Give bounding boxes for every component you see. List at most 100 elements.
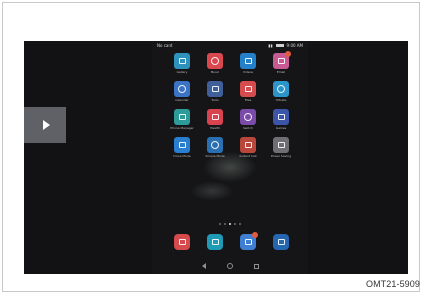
app-label: Simple Mode — [205, 154, 225, 158]
app-grid: Gallery Music Videos Email Calendar Tools File… — [166, 51, 297, 158]
icon-glyph — [178, 58, 186, 64]
hisuite-icon — [273, 81, 289, 97]
app-label: Videos — [243, 70, 253, 74]
power-saving-icon — [273, 137, 289, 153]
icon-glyph — [244, 239, 252, 245]
icon-glyph — [178, 114, 186, 120]
icon-glyph — [244, 86, 252, 92]
dock-messaging[interactable] — [232, 232, 264, 250]
play-arrow-icon — [42, 120, 50, 130]
phone-icon — [207, 234, 223, 250]
app-health[interactable]: Health — [199, 109, 231, 130]
icon-glyph — [277, 58, 285, 64]
navigation-bar — [152, 260, 308, 272]
app-label: Phone Manager — [170, 126, 194, 130]
app-phone-manager[interactable]: Phone Manager — [166, 109, 198, 130]
app-drive-mode[interactable]: Drive Mode — [166, 137, 198, 158]
phone-manager-icon — [174, 109, 190, 125]
icon-glyph — [211, 141, 219, 149]
status-icons: ▮▮ 9:00 AM — [268, 43, 303, 48]
icon-glyph — [277, 142, 285, 148]
dock-phone[interactable] — [199, 234, 231, 250]
icon-glyph — [244, 113, 252, 121]
carrier-text: No card — [157, 43, 173, 48]
switch-icon — [240, 109, 256, 125]
app-label: Switch — [243, 126, 253, 130]
dock-contacts[interactable] — [166, 234, 198, 250]
icon-glyph — [211, 57, 219, 65]
clock-text: 9:00 AM — [286, 43, 303, 48]
figure-code: OMT21-5909 — [365, 279, 420, 289]
app-label: Health — [210, 126, 220, 130]
app-music[interactable]: Music — [199, 53, 231, 74]
app-videos[interactable]: Videos — [232, 53, 264, 74]
music-icon — [207, 53, 223, 69]
side-panel-toggle[interactable] — [24, 107, 66, 143]
recent-apps-icon[interactable] — [253, 263, 259, 269]
app-label: Instant Call — [239, 154, 257, 158]
icon-glyph — [178, 85, 186, 93]
app-label: Power Saving — [270, 154, 292, 158]
icon-glyph — [277, 114, 285, 120]
home-icon[interactable] — [226, 263, 233, 269]
app-calendar[interactable]: Calendar — [166, 81, 198, 102]
icon-glyph — [244, 142, 252, 148]
page-indicator — [152, 223, 308, 225]
games-icon — [273, 109, 289, 125]
app-label: Drive Mode — [173, 154, 191, 158]
battery-icon — [275, 44, 284, 47]
status-bar: No card ▮▮ 9:00 AM — [152, 41, 308, 50]
calendar-icon — [174, 81, 190, 97]
gallery-icon — [174, 53, 190, 69]
page-dot — [219, 223, 221, 225]
icon-glyph — [211, 239, 219, 245]
app-label: HiSuite — [275, 98, 287, 102]
figure-frame: No card ▮▮ 9:00 AM Gallery Music Videos Ema… — [2, 2, 420, 292]
app-simple-mode[interactable]: Simple Mode — [199, 137, 231, 158]
back-icon[interactable] — [201, 263, 206, 269]
messaging-icon — [240, 232, 258, 250]
icon-glyph — [211, 86, 219, 92]
icon-glyph — [211, 114, 219, 120]
contacts-icon — [174, 234, 190, 250]
dock-browser[interactable] — [265, 234, 297, 250]
icon-glyph — [277, 239, 285, 245]
app-gallery[interactable]: Gallery — [166, 53, 198, 74]
app-files[interactable]: Files — [232, 81, 264, 102]
app-tools[interactable]: Tools — [199, 81, 231, 102]
files-icon — [240, 81, 256, 97]
page-dot — [229, 223, 231, 225]
app-games[interactable]: Games — [265, 109, 297, 130]
notification-badge — [252, 232, 258, 238]
app-label: Gallery — [176, 70, 188, 74]
app-power-saving[interactable]: Power Saving — [265, 137, 297, 158]
instant-call-icon — [240, 137, 256, 153]
app-email[interactable]: Email — [265, 51, 297, 74]
app-label: Files — [244, 98, 252, 102]
app-label: Games — [275, 126, 287, 130]
icon-glyph — [244, 58, 252, 64]
dock — [166, 232, 297, 250]
app-label: Tools — [211, 98, 219, 102]
page-dot — [224, 223, 226, 225]
tablet-screen: No card ▮▮ 9:00 AM Gallery Music Videos Ema… — [24, 41, 408, 274]
page-dot — [239, 223, 241, 225]
simple-mode-icon — [207, 137, 223, 153]
icon-glyph — [277, 85, 285, 93]
drive-mode-icon — [174, 137, 190, 153]
notification-badge — [285, 51, 291, 57]
app-hisuite[interactable]: HiSuite — [265, 81, 297, 102]
app-instant-call[interactable]: Instant Call — [232, 137, 264, 158]
health-icon — [207, 109, 223, 125]
app-switch[interactable]: Switch — [232, 109, 264, 130]
tools-icon — [207, 81, 223, 97]
page-dot — [234, 223, 236, 225]
app-label: Email — [276, 70, 286, 74]
icon-glyph — [178, 239, 186, 245]
email-icon — [273, 51, 291, 69]
videos-icon — [240, 53, 256, 69]
icon-glyph — [178, 142, 186, 148]
app-label: Music — [210, 70, 220, 74]
signal-icon: ▮▮ — [268, 43, 273, 48]
browser-icon — [273, 234, 289, 250]
